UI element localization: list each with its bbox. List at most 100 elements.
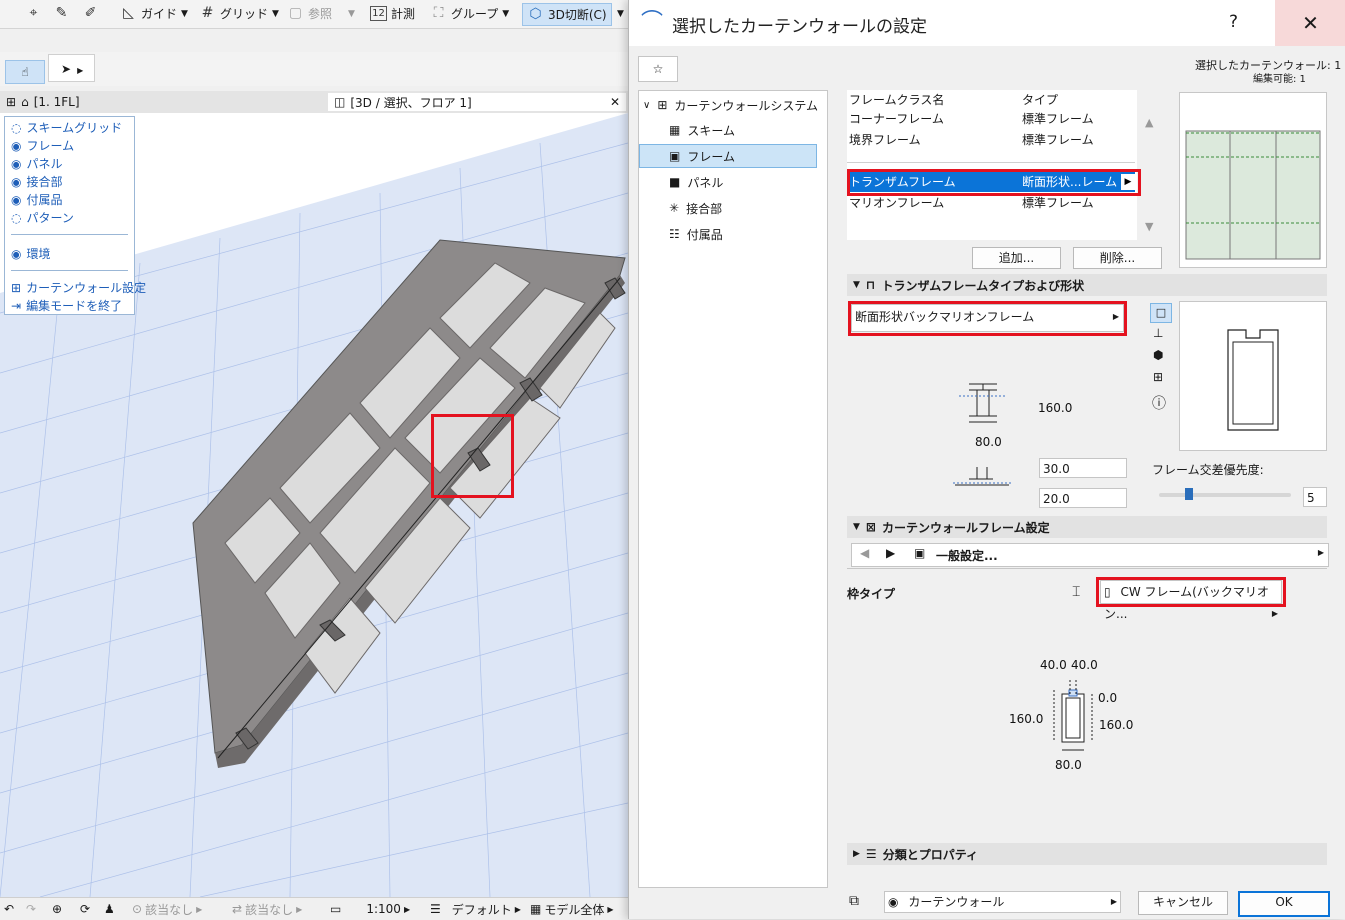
profile-drawing	[1227, 329, 1279, 431]
classification-header[interactable]: ▶ ☰ 分類とプロパティ	[847, 843, 1327, 865]
model-selector[interactable]: ▦ モデル全体 ▶	[530, 901, 614, 917]
status-none-1-label: 該当なし	[145, 902, 194, 917]
grid-label: グリッド	[220, 7, 269, 21]
cut3d-label: 3D切断(C)	[548, 8, 607, 22]
tree-root-label: カーテンウォールシステム	[674, 98, 819, 113]
transom-section-title: トランザムフレームタイプおよび形状	[881, 278, 1085, 293]
i-beam-icon: ⌶	[1072, 584, 1081, 600]
delete-button[interactable]: 削除...	[1073, 247, 1162, 269]
view-elevation-button[interactable]: ⊥	[1153, 326, 1163, 340]
default-selector[interactable]: ☰ デフォルト ▶	[430, 901, 521, 917]
favorites-button[interactable]: ☆	[638, 56, 678, 82]
hand-tool-button[interactable]: ☝	[5, 60, 45, 84]
palette-item-scheme-grid[interactable]: ◌ スキームグリッド	[11, 119, 122, 136]
grid-button[interactable]: # グリッド ▼	[199, 3, 279, 24]
scale-selector[interactable]: ▭ 1:100 ▶	[330, 901, 410, 917]
exit-edit-label: 編集モードを終了	[26, 299, 123, 313]
cancel-button[interactable]: キャンセル	[1138, 891, 1228, 915]
cut3d-button[interactable]: ⬡ 3D切断(C)	[522, 3, 612, 26]
palette-item-junction[interactable]: ◉ 接合部	[11, 173, 63, 190]
priority-slider-thumb[interactable]	[1185, 488, 1193, 500]
reference-dropdown[interactable]: ▼	[348, 3, 355, 24]
group-label: グループ	[451, 7, 499, 21]
view-plan-button[interactable]: □	[1150, 303, 1172, 323]
curtain-wall-settings-dialog: ⌒ 選択したカーテンウォールの設定 ? ✕ ☆ 選択したカーテンウォール: 1 …	[628, 0, 1345, 919]
guide-icon: ◺	[123, 5, 134, 21]
reference-button[interactable]: ▢ 参照	[287, 3, 332, 24]
tab-floor-plan[interactable]: ⊞ ⌂ [1. 1FL]	[6, 93, 80, 111]
status-none-1[interactable]: ⊙ 該当なし ▶	[132, 901, 202, 917]
dim-right: 160.0	[1099, 718, 1134, 732]
chevron-right-icon: ▶	[196, 904, 203, 914]
grid-view-icon: ⊞	[6, 95, 17, 109]
transom-section-header[interactable]: ▼ ⊓ トランザムフレームタイプおよび形状	[847, 274, 1327, 296]
panel-icon: ■	[669, 175, 681, 189]
scroll-up-icon[interactable]: ▲	[1145, 116, 1153, 129]
palette-item-pattern[interactable]: ◌ パターン	[11, 209, 74, 226]
tree-item-label: フレーム	[687, 149, 735, 164]
status-none-2[interactable]: ⇄ 該当なし ▶	[232, 901, 302, 917]
cut3d-dropdown[interactable]: ▼	[617, 3, 624, 24]
undo-icon: ↶	[4, 902, 15, 916]
group-button[interactable]: ⛶ グループ ▼	[430, 3, 510, 24]
offset-dimension-icon	[953, 467, 1011, 486]
tree-item-accessory[interactable]: ☷ 付属品	[669, 222, 723, 246]
priority-value-field[interactable]: 5	[1303, 487, 1327, 507]
cw-settings-label: カーテンウォール設定	[26, 281, 147, 295]
main-toolbar: ⌖ ✎ ✐ ◺ ガイド ▼ # グリッド ▼ ▢ 参照 ▼ 12 計測 ⛶ グル…	[0, 0, 628, 29]
offset-field-1[interactable]: 30.0	[1039, 458, 1127, 478]
undo-button[interactable]: ↶	[4, 901, 14, 917]
syringe-button[interactable]: ✐	[82, 3, 99, 24]
tree-item-junction[interactable]: ✳ 接合部	[669, 196, 722, 220]
view-section-button[interactable]: ⊞	[1153, 370, 1163, 384]
close-icon[interactable]: ✕	[610, 95, 620, 109]
scroll-down-icon[interactable]: ▼	[1145, 220, 1153, 233]
frame-class-list[interactable]: フレームクラス名 タイプ コーナーフレーム 標準フレーム 境界フレーム 標準フレ…	[847, 90, 1137, 240]
zoom-button[interactable]: ⊕	[52, 901, 62, 917]
walk-button[interactable]: ♟	[104, 901, 115, 917]
tree-root[interactable]: ∨ ⊞ カーテンウォールシステム	[643, 93, 818, 117]
general-settings-row[interactable]: ◀ ▶ ▣ 一般設定... ▶	[851, 543, 1329, 567]
guide-button[interactable]: ◺ ガイド ▼	[120, 3, 188, 24]
close-button[interactable]: ✕	[1275, 0, 1345, 46]
list-item[interactable]: コーナーフレーム 標準フレーム	[847, 109, 1137, 129]
view-3d-button[interactable]: ⬢	[1153, 348, 1163, 362]
eyedropper-button[interactable]: ✎	[53, 3, 70, 24]
palette-item-panel[interactable]: ◉ パネル	[11, 155, 63, 172]
chevron-right-icon: ▶	[403, 904, 411, 914]
tree-item-frame[interactable]: ▣ フレーム	[639, 144, 817, 168]
prev-arrow-icon[interactable]: ◀	[860, 546, 869, 560]
pick-tool-button[interactable]: ⌖	[25, 3, 42, 24]
info-button[interactable]: ⓘ	[1152, 393, 1166, 413]
palette-item-environment[interactable]: ◉ 環境	[11, 245, 51, 262]
row-name: 境界フレーム	[849, 133, 921, 147]
help-button[interactable]: ?	[1229, 12, 1238, 32]
ok-button[interactable]: OK	[1238, 891, 1330, 917]
offset-field-2[interactable]: 20.0	[1039, 488, 1127, 508]
priority-slider-track[interactable]	[1159, 493, 1291, 497]
measure-button[interactable]: 12 計測	[370, 3, 415, 24]
layer-select[interactable]: ◉ カーテンウォール ▶	[884, 891, 1121, 913]
list-item[interactable]: 境界フレーム 標準フレーム	[847, 130, 1137, 150]
list-item[interactable]: マリオンフレーム 標準フレーム	[847, 193, 1137, 213]
palette-item-accessory[interactable]: ◉ 付属品	[11, 191, 63, 208]
classification-icon: ☰	[865, 847, 877, 861]
palette-item-label: フレーム	[26, 139, 75, 153]
dialog-title: 選択したカーテンウォールの設定	[672, 17, 927, 37]
orbit-button[interactable]: ⟳	[80, 901, 90, 917]
cw-settings-link[interactable]: ⊞ カーテンウォール設定	[11, 279, 146, 296]
tab-3d-view[interactable]: ◫ [3D / 選択、フロア 1] ✕	[328, 93, 626, 111]
tree-item-panel[interactable]: ■ パネル	[669, 170, 723, 194]
row-name: コーナーフレーム	[849, 112, 944, 126]
tree-item-scheme[interactable]: ▦ スキーム	[669, 118, 735, 142]
add-button[interactable]: 追加...	[972, 247, 1061, 269]
arrow-tool-button[interactable]: ➤ ▶	[48, 54, 95, 82]
redo-icon: ↷	[26, 902, 37, 916]
next-arrow-icon[interactable]: ▶	[886, 546, 895, 560]
exit-edit-link[interactable]: ⇥ 編集モードを終了	[11, 297, 122, 314]
redo-button[interactable]: ↷	[26, 901, 36, 917]
palette-item-frame[interactable]: ◉ フレーム	[11, 137, 74, 154]
header-name: フレームクラス名	[849, 93, 945, 107]
eye-hidden-icon: ◌	[11, 210, 22, 225]
frame-settings-header[interactable]: ▼ ⊠ カーテンウォールフレーム設定	[847, 516, 1327, 538]
